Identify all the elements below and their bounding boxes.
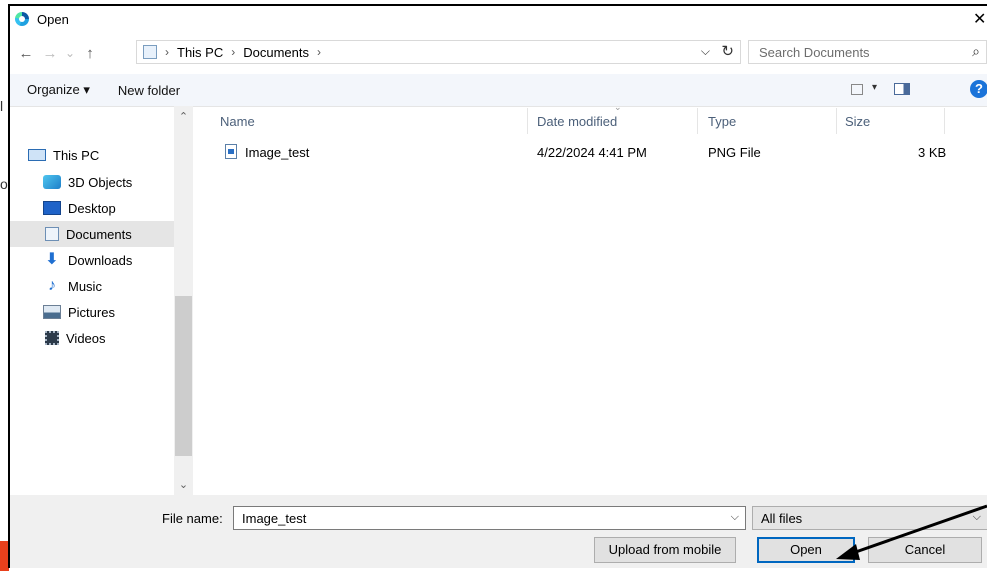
breadcrumb-separator: ›: [165, 45, 169, 59]
recent-locations-icon[interactable]: ⌄: [62, 46, 78, 60]
file-name-input[interactable]: Image_test ⌵: [233, 506, 746, 530]
column-header-name[interactable]: Name: [220, 114, 255, 129]
breadcrumb-documents[interactable]: Documents: [243, 45, 309, 60]
document-icon: [45, 227, 59, 241]
back-arrow-icon[interactable]: ←: [14, 45, 38, 62]
help-icon[interactable]: ?: [970, 80, 987, 98]
file-name-label: File name:: [162, 511, 223, 526]
chevron-down-icon[interactable]: ⌵: [973, 511, 981, 524]
file-date: 4/22/2024 4:41 PM: [537, 145, 647, 160]
file-size: 3 KB: [918, 145, 947, 160]
chevron-down-icon[interactable]: ⌵: [731, 511, 739, 524]
preview-pane-icon[interactable]: [894, 83, 910, 95]
scroll-up-icon[interactable]: ⌃: [174, 110, 193, 123]
search-icon[interactable]: ⌕: [972, 43, 980, 60]
nav-scrollbar[interactable]: ⌃ ⌄: [174, 106, 193, 495]
column-divider[interactable]: [944, 108, 945, 134]
column-divider[interactable]: [527, 108, 528, 134]
open-button[interactable]: Open: [757, 537, 855, 563]
pictures-icon: [43, 305, 61, 319]
dialog-footer: File name: Image_test ⌵ All files ⌵ Uplo…: [10, 495, 987, 568]
search-input[interactable]: Search Documents ⌕: [748, 40, 987, 64]
cancel-button[interactable]: Cancel: [868, 537, 982, 563]
nav-item-documents[interactable]: Documents: [10, 221, 174, 247]
sort-indicator-icon: ⌄: [614, 102, 622, 112]
dialog-title: Open: [37, 11, 69, 27]
nav-item-label: Videos: [66, 330, 106, 346]
documents-folder-icon: [143, 45, 157, 59]
forward-arrow-icon[interactable]: →: [38, 45, 62, 62]
breadcrumb-separator[interactable]: ›: [317, 45, 321, 59]
close-icon[interactable]: ✕: [973, 9, 987, 29]
breadcrumb-separator: ›: [231, 45, 236, 59]
organize-button[interactable]: Organize ▾: [27, 82, 90, 98]
upload-from-mobile-button[interactable]: Upload from mobile: [594, 537, 736, 563]
nav-item-label: Pictures: [68, 304, 115, 320]
file-list: ⌄ Name Date modified Type Size Image_tes…: [193, 102, 987, 495]
nav-item-videos[interactable]: Videos: [10, 325, 174, 351]
up-arrow-icon[interactable]: ↑: [78, 45, 102, 62]
file-type: PNG File: [708, 145, 761, 160]
scrollbar-thumb[interactable]: [175, 296, 192, 456]
nav-item-desktop[interactable]: Desktop: [10, 195, 174, 221]
nav-item-this-pc[interactable]: This PC: [10, 142, 174, 168]
file-name: Image_test: [245, 145, 310, 160]
video-icon: [45, 331, 59, 345]
address-bar: ← → ⌄ ↑ › This PC › Documents › ⌵ ↻ Sear…: [10, 38, 987, 68]
column-header-size[interactable]: Size: [845, 114, 870, 129]
command-toolbar: Organize ▾ New folder ▾ ?: [10, 74, 987, 107]
download-icon: ⬇: [45, 251, 59, 268]
column-header-date-modified[interactable]: Date modified: [537, 114, 617, 129]
scroll-down-icon[interactable]: ⌄: [174, 478, 193, 491]
music-icon: ♪: [48, 277, 56, 294]
chevron-down-icon[interactable]: ▾: [872, 82, 877, 93]
breadcrumb-this-pc[interactable]: This PC: [177, 45, 223, 60]
nav-item-label: This PC: [53, 147, 100, 163]
nav-item-label: Desktop: [68, 200, 116, 216]
cube-icon: [43, 175, 61, 189]
background-text: l: [0, 98, 4, 114]
column-divider[interactable]: [697, 108, 698, 134]
file-type-filter[interactable]: All files ⌵: [752, 506, 987, 530]
view-options-icon[interactable]: [851, 84, 863, 95]
title-bar: Open ✕: [10, 6, 987, 32]
nav-item-label: Downloads: [68, 252, 133, 268]
search-placeholder: Search Documents: [759, 44, 870, 60]
nav-item-downloads[interactable]: ⬇ Downloads: [10, 247, 174, 273]
navigation-pane: This PC 3D Objects Desktop Documents ⬇ D…: [10, 106, 174, 495]
edge-logo-icon: [15, 12, 29, 26]
nav-item-music[interactable]: ♪ Music: [10, 273, 174, 299]
chevron-down-icon[interactable]: ⌵: [701, 44, 710, 59]
nav-item-3d-objects[interactable]: 3D Objects: [10, 169, 174, 195]
refresh-icon[interactable]: ↻: [721, 42, 734, 60]
file-name-value: Image_test: [242, 511, 307, 526]
png-file-icon: [225, 144, 237, 159]
desktop-icon: [43, 201, 61, 215]
nav-item-label: Documents: [66, 226, 132, 242]
column-header-type[interactable]: Type: [708, 114, 736, 129]
file-row[interactable]: Image_test 4/22/2024 4:41 PM PNG File 3 …: [219, 142, 959, 164]
new-folder-button[interactable]: New folder: [118, 83, 180, 98]
file-type-filter-value: All files: [761, 511, 803, 526]
column-divider[interactable]: [836, 108, 837, 134]
address-box[interactable]: › This PC › Documents › ⌵ ↻: [136, 40, 741, 64]
background-text: o: [0, 176, 8, 192]
nav-item-label: Music: [68, 278, 102, 294]
nav-item-label: 3D Objects: [68, 174, 133, 190]
nav-item-pictures[interactable]: Pictures: [10, 299, 174, 325]
monitor-icon: [28, 149, 46, 161]
